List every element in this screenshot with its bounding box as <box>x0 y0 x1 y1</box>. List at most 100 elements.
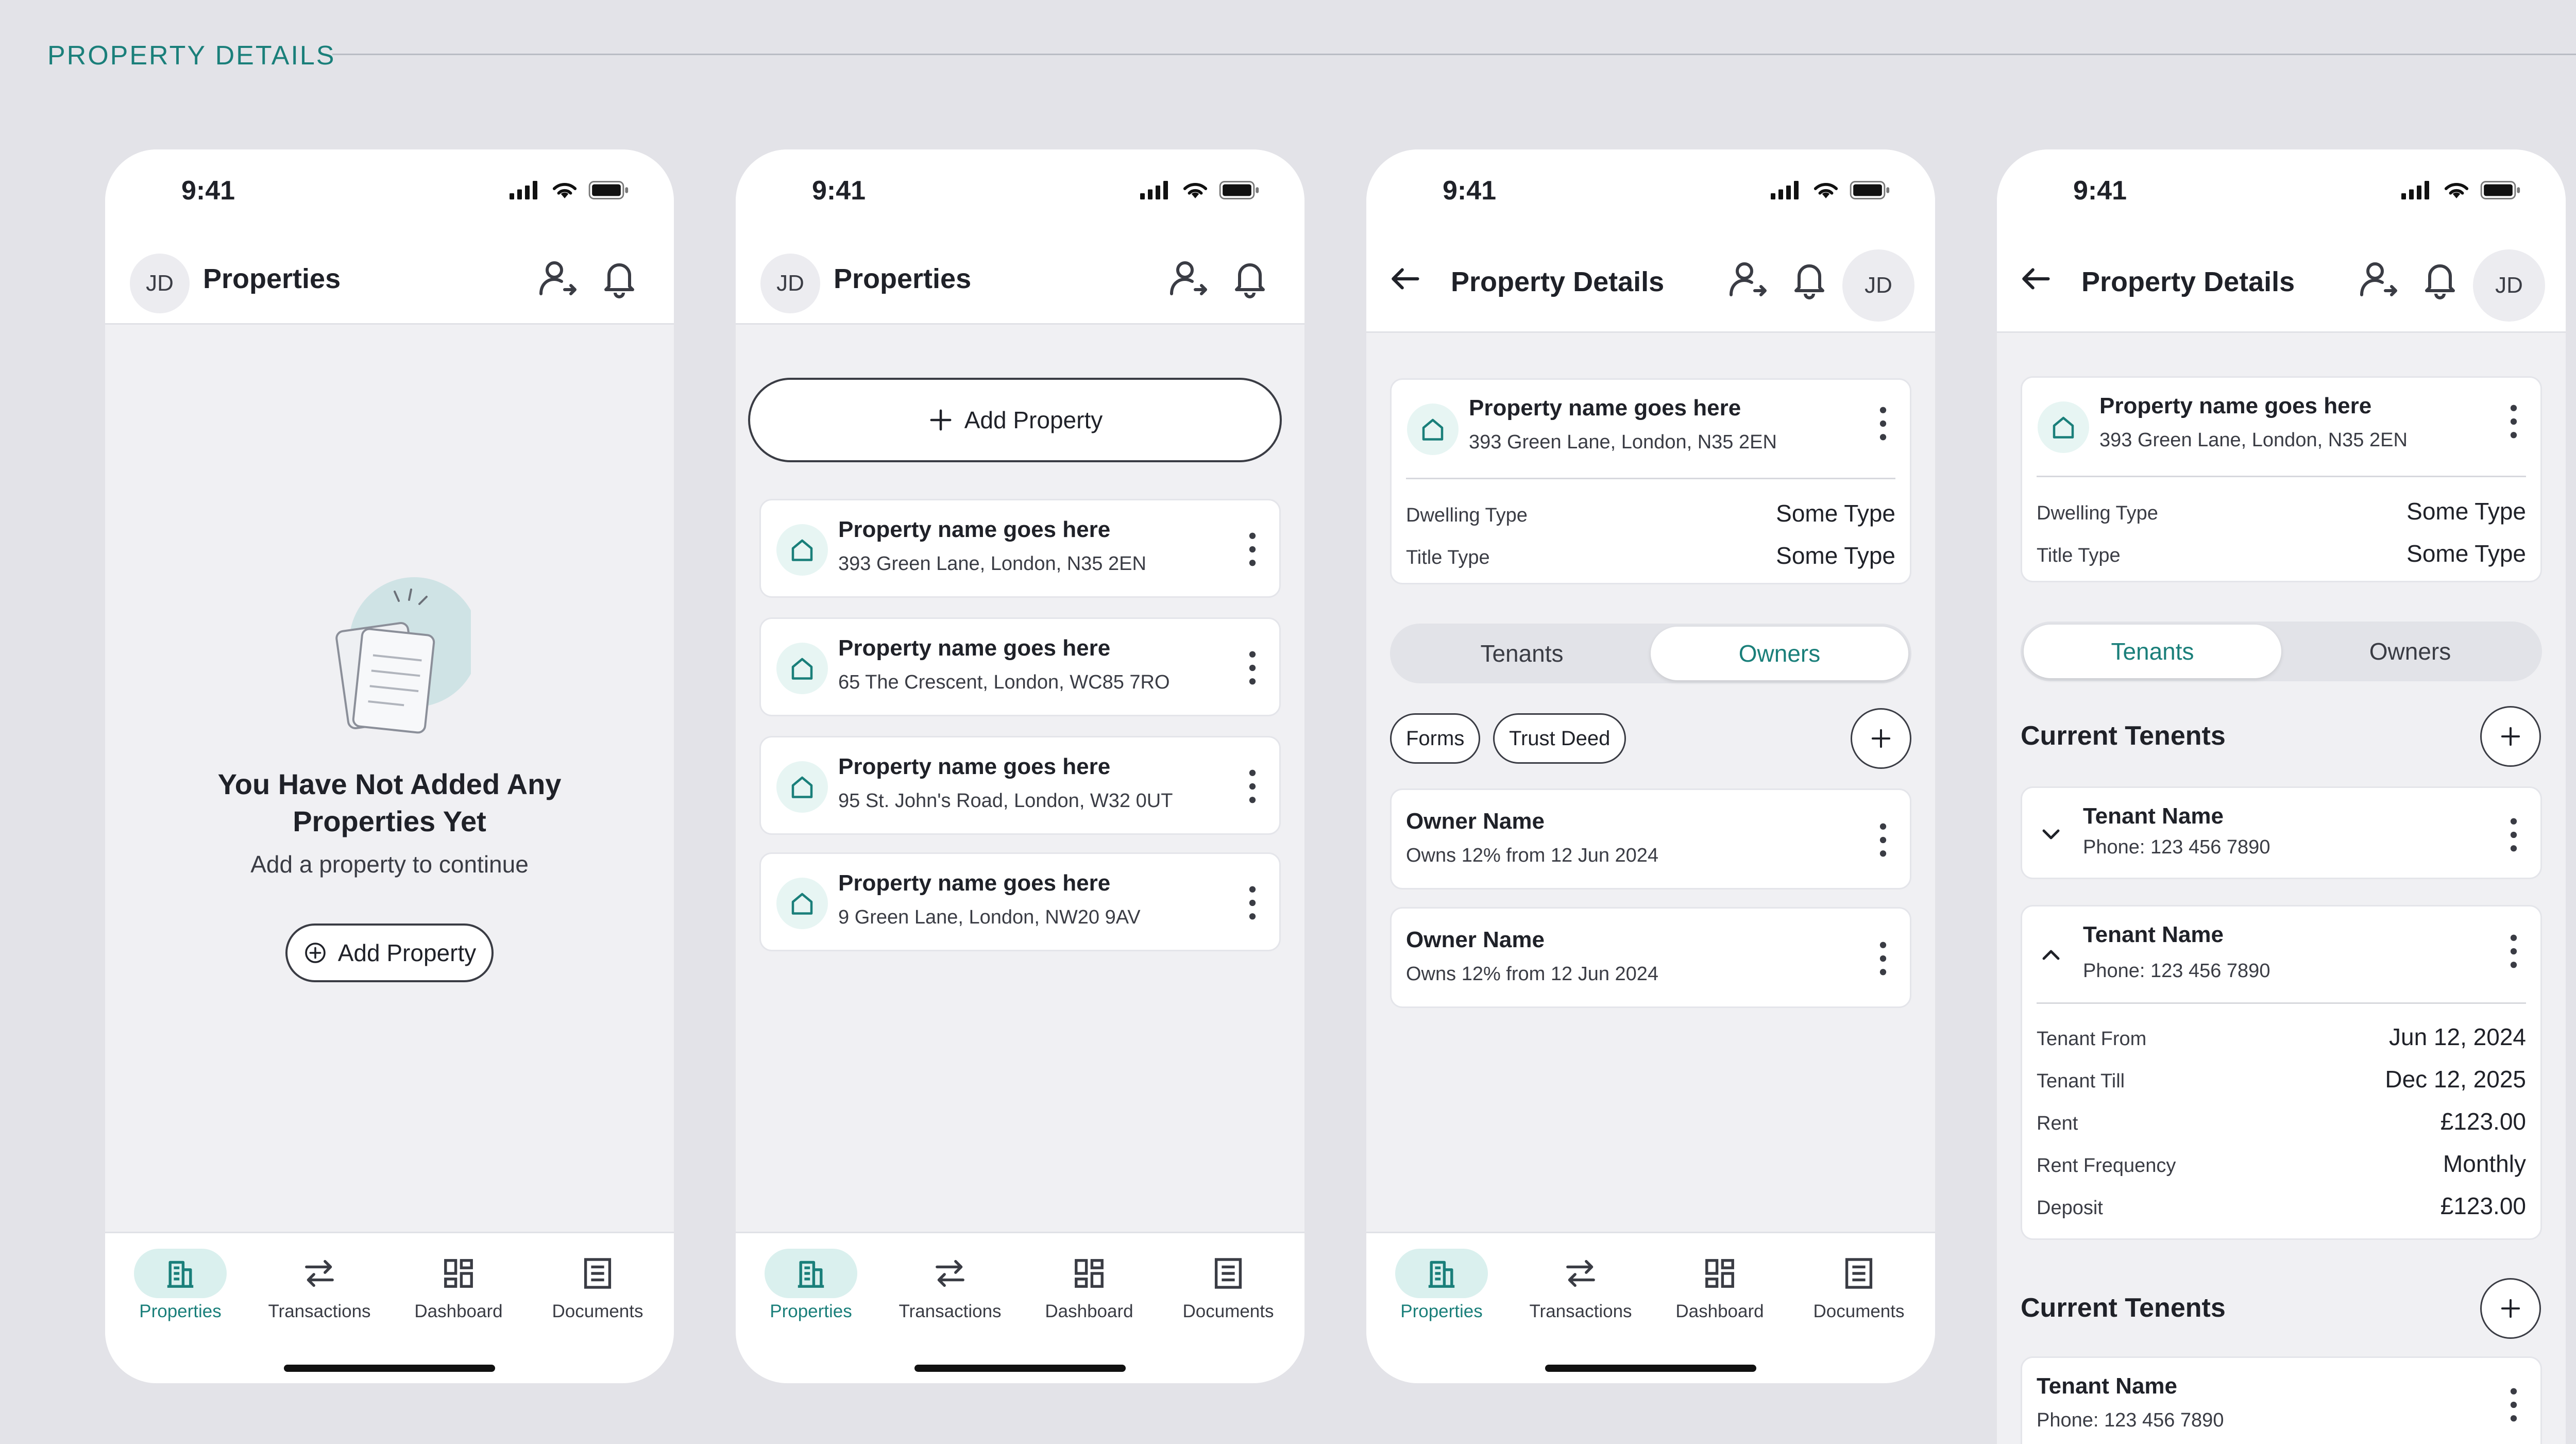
back-arrow-icon[interactable] <box>2018 261 2054 297</box>
avatar[interactable]: JD <box>1842 249 1914 322</box>
switch-user-icon[interactable] <box>1168 258 1210 299</box>
tenant-phone: Phone: 123 456 7890 <box>2083 960 2270 982</box>
detail-row: Title Type Some Type <box>2037 540 2526 567</box>
chevron-up-icon[interactable] <box>2037 941 2065 969</box>
tab-dashboard[interactable]: Dashboard <box>397 1249 520 1322</box>
tab-label: Transactions <box>899 1301 1002 1321</box>
detail-key: Title Type <box>1406 547 1490 568</box>
segment-tenants[interactable]: Tenants <box>2024 625 2281 678</box>
house-badge <box>2038 401 2089 453</box>
home-indicator <box>1545 1365 1756 1372</box>
switch-user-icon[interactable] <box>2359 259 2400 300</box>
tab-documents[interactable]: Documents <box>1166 1249 1290 1322</box>
bell-icon[interactable] <box>599 258 640 299</box>
section-title-current-tenants: Current Tenents <box>2021 721 2226 751</box>
tab-dashboard[interactable]: Dashboard <box>1027 1249 1151 1322</box>
owner-card[interactable]: Owner Name Owns 12% from 12 Jun 2024 <box>1390 788 1911 889</box>
detail-key: Tenant From <box>2037 1028 2147 1050</box>
page-title: PROPERTY DETAILS <box>47 41 336 71</box>
house-badge <box>776 643 828 694</box>
tenant-card[interactable]: Tenant Name Phone: 123 456 7890 <box>2021 1356 2542 1444</box>
phone-screen-property-tenants: 9:41 Property Details JD Property name g… <box>1997 149 2566 1444</box>
owner-card[interactable]: Owner Name Owns 12% from 12 Jun 2024 <box>1390 907 1911 1008</box>
signal-icon <box>1140 181 1172 199</box>
more-options-icon[interactable] <box>2510 933 2518 969</box>
add-property-button[interactable]: Add Property <box>285 924 494 982</box>
tab-documents[interactable]: Documents <box>1797 1249 1921 1322</box>
more-options-icon[interactable] <box>1248 885 1257 921</box>
add-property-label: Add Property <box>337 939 477 966</box>
battery-icon <box>2480 180 2521 200</box>
segment-owners[interactable]: Owners <box>1651 627 1908 680</box>
detail-row: Dwelling Type Some Type <box>2037 497 2526 525</box>
empty-state-title: You Have Not Added Any Properties Yet <box>217 768 562 837</box>
more-options-icon[interactable] <box>2510 817 2518 853</box>
more-options-icon[interactable] <box>1879 822 1887 858</box>
status-time: 9:41 <box>1443 176 1497 206</box>
detail-key: Rent <box>2037 1113 2078 1134</box>
tab-transactions[interactable]: Transactions <box>888 1249 1012 1322</box>
tenant-detail-row: Tenant From Jun 12, 2024 <box>2037 1023 2526 1051</box>
tab-transactions[interactable]: Transactions <box>1519 1249 1642 1322</box>
switch-user-icon[interactable] <box>1728 259 1769 300</box>
property-card[interactable]: Property name goes here 393 Green Lane, … <box>759 499 1281 598</box>
wifi-icon <box>551 180 578 200</box>
tab-transactions[interactable]: Transactions <box>258 1249 381 1322</box>
tab-properties[interactable]: Properties <box>118 1249 242 1322</box>
property-name: Property name goes here <box>838 870 1111 896</box>
grid-dashboard-icon <box>440 1255 477 1292</box>
owner-name: Owner Name <box>1406 809 1545 834</box>
property-summary-card: Property name goes here 393 Green Lane, … <box>1390 378 1911 584</box>
more-options-icon[interactable] <box>2510 1387 2518 1423</box>
house-icon <box>787 771 818 802</box>
property-card[interactable]: Property name goes here 65 The Crescent,… <box>759 617 1281 716</box>
tab-label: Documents <box>1182 1301 1274 1321</box>
tenant-name: Tenant Name <box>2083 922 2224 947</box>
avatar[interactable]: JD <box>760 254 820 313</box>
property-name: Property name goes here <box>838 517 1111 542</box>
avatar[interactable]: JD <box>2473 249 2545 322</box>
property-name: Property name goes here <box>2099 393 2372 418</box>
tab-properties[interactable]: Properties <box>1380 1249 1503 1322</box>
property-card[interactable]: Property name goes here 95 St. John's Ro… <box>759 736 1281 835</box>
tenants-owners-segmented-control: Tenants Owners <box>2021 622 2542 681</box>
avatar[interactable]: JD <box>130 254 190 313</box>
add-property-button[interactable]: Add Property <box>748 378 1282 462</box>
tab-label: Transactions <box>1529 1301 1632 1321</box>
tab-properties[interactable]: Properties <box>749 1249 873 1322</box>
switch-user-icon[interactable] <box>538 258 579 299</box>
signal-icon <box>2401 181 2433 199</box>
bell-icon[interactable] <box>1789 259 1830 300</box>
battery-icon <box>1219 180 1260 200</box>
tab-dashboard[interactable]: Dashboard <box>1658 1249 1782 1322</box>
more-options-icon[interactable] <box>1248 768 1257 804</box>
phone-screen-empty: 9:41 JD Properties You Have Not Added An… <box>105 149 674 1383</box>
property-address: 393 Green Lane, London, N35 2EN <box>2099 429 2408 451</box>
more-options-icon[interactable] <box>2510 404 2518 440</box>
property-address: 65 The Crescent, London, WC85 7RO <box>838 671 1170 693</box>
chevron-down-icon[interactable] <box>2037 820 2065 849</box>
add-tenant-button[interactable] <box>2480 1278 2541 1339</box>
tenant-card-expanded[interactable]: Tenant Name Phone: 123 456 7890 Tenant F… <box>2021 905 2542 1240</box>
chip-forms[interactable]: Forms <box>1390 713 1481 764</box>
more-options-icon[interactable] <box>1248 531 1257 567</box>
segment-tenants[interactable]: Tenants <box>1393 627 1651 680</box>
document-icon <box>1840 1255 1877 1292</box>
add-owner-button[interactable] <box>1851 708 1911 769</box>
tab-documents[interactable]: Documents <box>536 1249 659 1322</box>
back-arrow-icon[interactable] <box>1387 261 1423 297</box>
bell-icon[interactable] <box>2419 259 2461 300</box>
tenant-card-collapsed[interactable]: Tenant Name Phone: 123 456 7890 <box>2021 786 2542 879</box>
add-tenant-button[interactable] <box>2480 706 2541 767</box>
more-options-icon[interactable] <box>1248 650 1257 686</box>
detail-key: Title Type <box>2037 545 2121 566</box>
more-options-icon[interactable] <box>1879 941 1887 977</box>
more-options-icon[interactable] <box>1879 406 1887 442</box>
house-icon <box>787 888 818 919</box>
plus-circle-icon <box>303 941 328 965</box>
bell-icon[interactable] <box>1229 258 1270 299</box>
segment-owners[interactable]: Owners <box>2281 625 2539 678</box>
property-card[interactable]: Property name goes here 9 Green Lane, Lo… <box>759 852 1281 951</box>
chip-trust-deed[interactable]: Trust Deed <box>1493 713 1626 764</box>
property-name: Property name goes here <box>838 754 1111 779</box>
